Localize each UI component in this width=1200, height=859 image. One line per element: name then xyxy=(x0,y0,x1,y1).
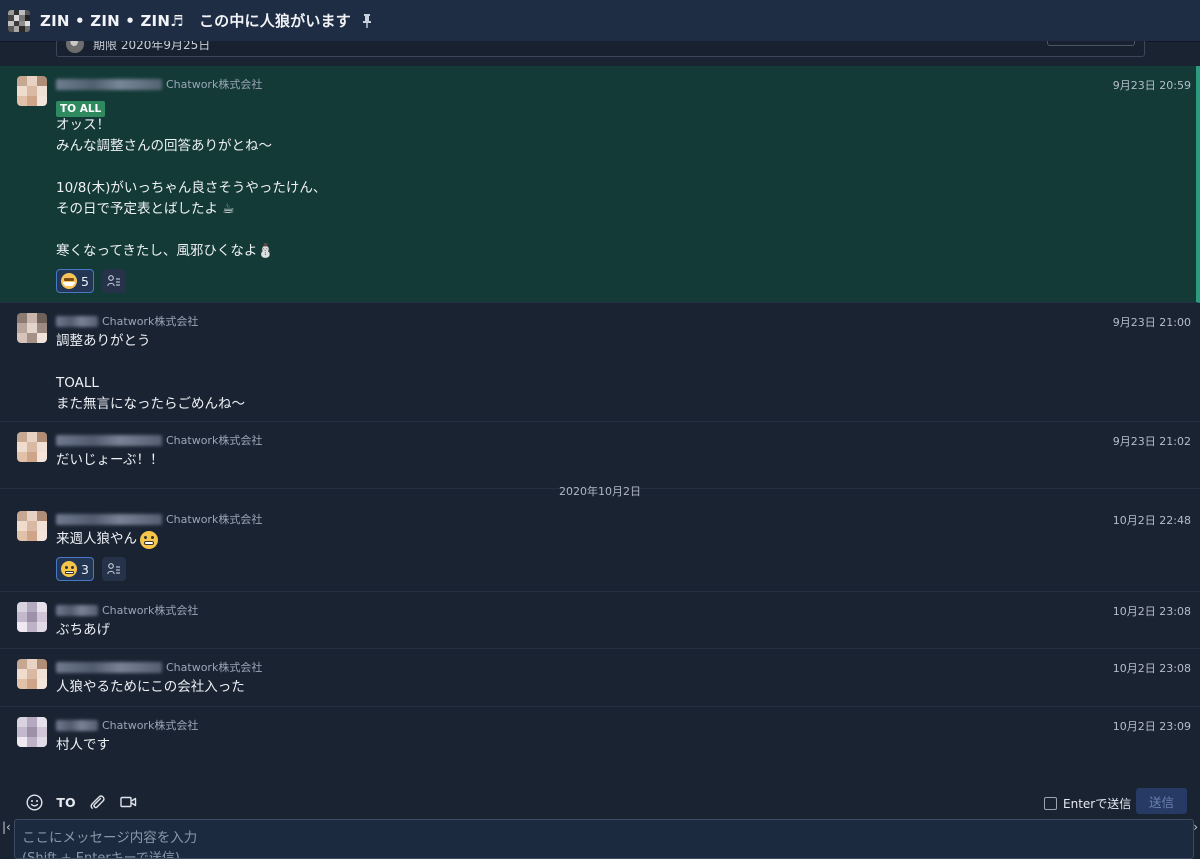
avatar[interactable] xyxy=(17,659,47,689)
sender-org: Chatwork株式会社 xyxy=(166,434,263,447)
emoji-icon xyxy=(61,273,77,289)
reaction-bar: 5 xyxy=(56,269,126,293)
message-body: 人狼やるためにこの会社入った xyxy=(56,679,245,695)
task-deadline: 期限 2020年9月25日 xyxy=(93,41,211,52)
to-button[interactable]: TO xyxy=(56,793,76,811)
message-body: オッス！ みんな調整さんの回答ありがとね〜 10/8(木)がいっちゃん良さそうや… xyxy=(56,117,327,259)
reaction-button[interactable]: 5 xyxy=(56,269,94,293)
message-time: 10月2日 23:08 xyxy=(1112,662,1191,675)
sender-org: Chatwork株式会社 xyxy=(166,78,263,91)
message-time: 10月2日 23:08 xyxy=(1112,605,1191,618)
to-label: TO xyxy=(56,794,76,810)
message-item[interactable]: Chatwork株式会社 9月23日 20:59 TO ALL オッス！ みんな… xyxy=(0,66,1200,303)
sender-org: Chatwork株式会社 xyxy=(102,719,199,732)
sender-name[interactable] xyxy=(56,315,98,327)
message-meta: Chatwork株式会社 xyxy=(56,512,262,526)
task-complete-button[interactable] xyxy=(1047,41,1135,46)
paperclip-icon xyxy=(90,795,105,809)
chat-header: ZIN • ZIN • ZIN♬ この中に人狼がいます xyxy=(0,0,1200,42)
message-time: 9月23日 21:00 xyxy=(1112,316,1191,329)
message-meta: Chatwork株式会社 xyxy=(56,718,198,732)
sender-name[interactable] xyxy=(56,434,162,446)
avatar[interactable] xyxy=(17,717,47,747)
collapse-right-icon[interactable]: › xyxy=(1193,820,1198,834)
message-item[interactable]: Chatwork株式会社 10月2日 23:08 ぶちあげ xyxy=(0,592,1200,649)
message-timeline[interactable]: Chatwork株式会社 9月23日 20:59 TO ALL オッス！ みんな… xyxy=(0,66,1200,784)
video-camera-icon xyxy=(119,796,136,808)
message-item[interactable]: Chatwork株式会社 9月23日 21:02 だいじょーぶ！！ xyxy=(0,422,1200,489)
date-separator: 2020年10月2日 xyxy=(0,485,1200,501)
message-item[interactable]: Chatwork株式会社 10月2日 23:08 人狼やるためにこの会社入った xyxy=(0,649,1200,707)
reaction-button[interactable]: 3 xyxy=(56,557,94,581)
avatar[interactable] xyxy=(17,432,47,462)
reaction-bar: 3 xyxy=(56,557,126,581)
video-call-button[interactable] xyxy=(119,793,137,811)
message-body-wrap: 来週人狼やん xyxy=(56,529,158,550)
message-time: 10月2日 22:48 xyxy=(1112,514,1191,527)
avatar[interactable] xyxy=(17,76,47,106)
room-title: ZIN • ZIN • ZIN♬ この中に人狼がいます xyxy=(40,12,351,30)
message-body: 村人です xyxy=(56,737,110,753)
sender-name[interactable] xyxy=(56,661,162,673)
message-meta: Chatwork株式会社 xyxy=(56,660,262,674)
message-item[interactable]: Chatwork株式会社 9月23日 21:00 調整ありがとう TOALL ま… xyxy=(0,303,1200,422)
message-meta: Chatwork株式会社 xyxy=(56,314,198,328)
enter-to-send-checkbox[interactable] xyxy=(1044,797,1057,810)
message-body: ぶちあげ xyxy=(56,622,111,638)
reaction-count: 5 xyxy=(81,273,89,289)
sender-org: Chatwork株式会社 xyxy=(102,604,199,617)
sender-org: Chatwork株式会社 xyxy=(166,661,263,674)
message-item[interactable]: Chatwork株式会社 10月2日 22:48 来週人狼やん 3 xyxy=(0,501,1200,592)
message-body: だいじょーぶ！！ xyxy=(56,452,164,468)
message-meta: Chatwork株式会社 xyxy=(56,433,262,447)
message-input-hint: (Shift + Enterキーで送信) xyxy=(22,851,180,859)
room-icon[interactable] xyxy=(8,9,30,32)
to-all-badge-wrap: TO ALL xyxy=(56,97,106,117)
message-meta: Chatwork株式会社 xyxy=(56,603,198,617)
message-input-placeholder: ここにメッセージ内容を入力 xyxy=(22,830,198,846)
users-list-icon xyxy=(107,275,120,287)
sender-name[interactable] xyxy=(56,78,162,90)
composer-toolbar: TO Enterで送信 送信 xyxy=(0,786,1200,818)
message-time: 10月2日 23:09 xyxy=(1112,720,1191,733)
message-time: 9月23日 20:59 xyxy=(1112,79,1191,92)
enter-to-send-toggle[interactable]: Enterで送信 xyxy=(1044,795,1131,812)
message-time: 9月23日 21:02 xyxy=(1112,435,1191,448)
pin-icon[interactable] xyxy=(361,13,373,29)
message-item[interactable]: Chatwork株式会社 10月2日 23:09 村人です xyxy=(0,707,1200,785)
avatar[interactable] xyxy=(17,511,47,541)
collapse-left-icon[interactable]: |‹ xyxy=(2,820,11,834)
sender-name[interactable] xyxy=(56,719,98,731)
users-list-icon xyxy=(107,563,120,575)
sender-name[interactable] xyxy=(56,604,98,616)
avatar[interactable] xyxy=(17,602,47,632)
emoji-icon xyxy=(61,561,77,577)
reaction-users-button[interactable] xyxy=(101,269,126,293)
task-strip[interactable]: 期限 2020年9月25日 xyxy=(56,41,1145,57)
date-separator-label: 2020年10月2日 xyxy=(559,485,641,498)
message-input[interactable]: ここにメッセージ内容を入力 (Shift + Enterキーで送信) xyxy=(14,819,1194,859)
task-assignee-avatar xyxy=(66,41,84,53)
smiley-icon xyxy=(25,793,43,811)
avatar[interactable] xyxy=(17,313,47,343)
message-meta: Chatwork株式会社 xyxy=(56,77,262,91)
sender-org: Chatwork株式会社 xyxy=(102,315,199,328)
attach-file-button[interactable] xyxy=(88,793,106,811)
message-body: 調整ありがとう TOALL また無言になったらごめんね〜 xyxy=(56,333,245,412)
message-body: 来週人狼やん xyxy=(56,531,137,547)
sender-name[interactable] xyxy=(56,513,162,525)
send-button[interactable]: 送信 xyxy=(1136,788,1187,814)
enter-to-send-label: Enterで送信 xyxy=(1063,797,1132,811)
sender-org: Chatwork株式会社 xyxy=(166,513,263,526)
reaction-count: 3 xyxy=(81,561,89,577)
reaction-users-button[interactable] xyxy=(101,557,126,581)
grimace-emoji-icon xyxy=(140,530,158,549)
emoji-button[interactable] xyxy=(25,793,43,811)
